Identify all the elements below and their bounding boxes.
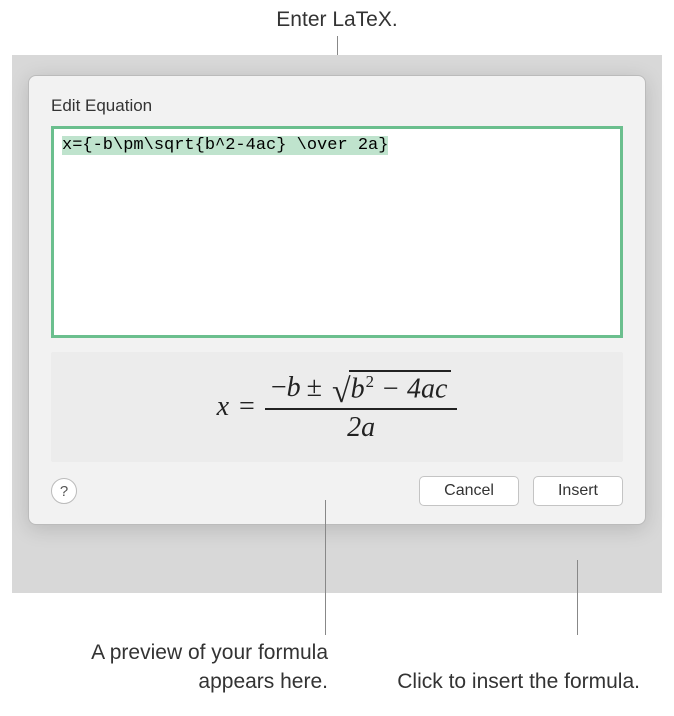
callout-line-preview bbox=[325, 500, 326, 635]
dialog-title: Edit Equation bbox=[51, 96, 623, 116]
equals-sign: = bbox=[239, 391, 255, 423]
minus-sign: − bbox=[271, 372, 287, 404]
var-b: b bbox=[287, 372, 301, 404]
button-row: ? Cancel Insert bbox=[51, 476, 623, 506]
callout-line-insert bbox=[577, 560, 578, 635]
formula-preview: x = − b ± √ b2 − 4ac 2a bbox=[51, 352, 623, 462]
sqrt-b: b bbox=[351, 374, 365, 405]
latex-input[interactable]: x={-b\pm\sqrt{b^2-4ac} \over 2a} bbox=[51, 126, 623, 338]
sqrt-rest: − 4ac bbox=[374, 374, 447, 405]
sqrt: √ b2 − 4ac bbox=[332, 370, 451, 405]
denominator: 2a bbox=[347, 410, 375, 444]
callout-enter-latex: Enter LaTeX. bbox=[0, 8, 674, 32]
edit-equation-dialog: Edit Equation x={-b\pm\sqrt{b^2-4ac} \ov… bbox=[28, 75, 646, 525]
rendered-formula: x = − b ± √ b2 − 4ac 2a bbox=[217, 370, 458, 443]
cancel-button[interactable]: Cancel bbox=[419, 476, 519, 506]
numerator: − b ± √ b2 − 4ac bbox=[265, 370, 458, 409]
insert-button[interactable]: Insert bbox=[533, 476, 623, 506]
sqrt-exp: 2 bbox=[366, 372, 374, 391]
sqrt-content: b2 − 4ac bbox=[349, 370, 452, 405]
formula-lhs: x bbox=[217, 391, 229, 423]
help-button[interactable]: ? bbox=[51, 478, 77, 504]
fraction: − b ± √ b2 − 4ac 2a bbox=[265, 370, 458, 443]
plus-minus-sign: ± bbox=[307, 372, 322, 404]
callout-insert: Click to insert the formula. bbox=[360, 668, 640, 696]
latex-input-text: x={-b\pm\sqrt{b^2-4ac} \over 2a} bbox=[62, 136, 388, 155]
callout-preview: A preview of your formula appears here. bbox=[38, 639, 328, 696]
